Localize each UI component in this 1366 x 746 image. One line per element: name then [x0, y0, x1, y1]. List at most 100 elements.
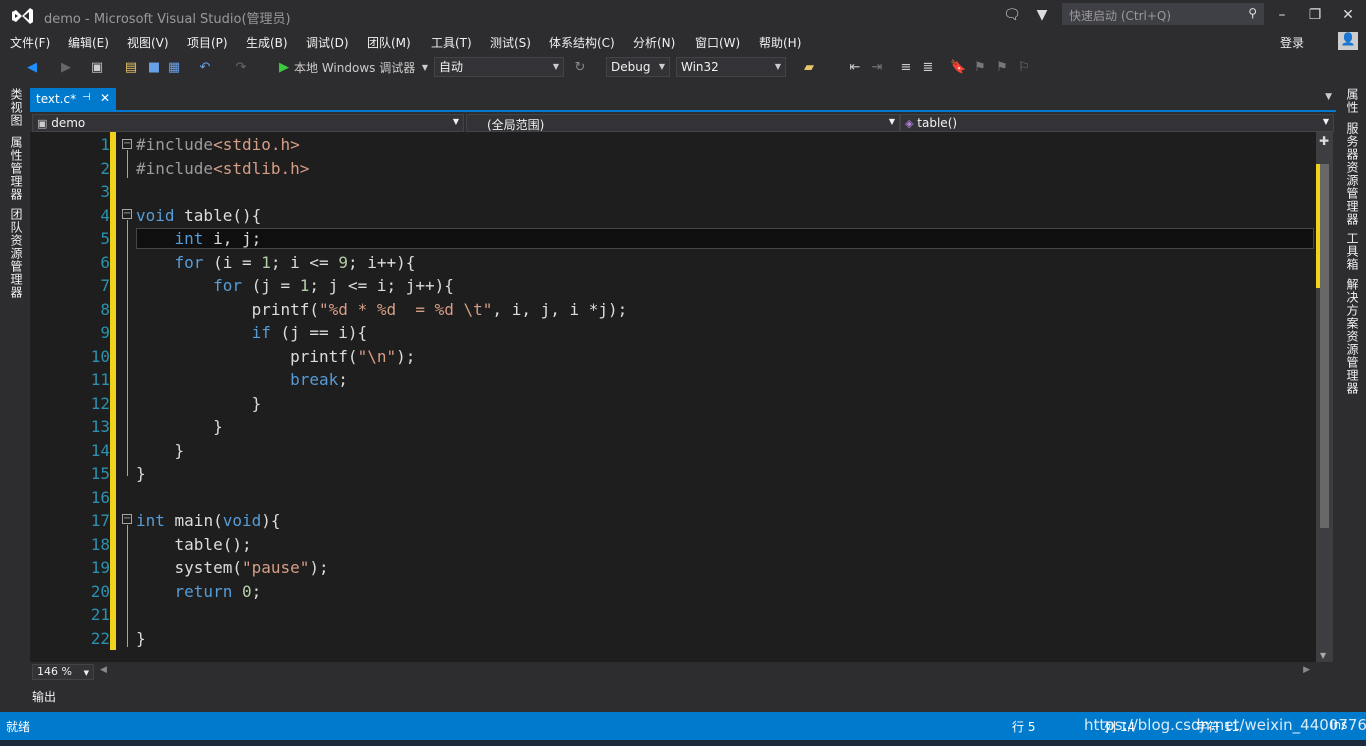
member-dropdown[interactable]: ◈ table() ▼ [900, 114, 1334, 132]
comment-icon[interactable]: ≡ [898, 59, 914, 77]
menu-team[interactable]: 团队(M) [367, 34, 411, 51]
scrollbar-thumb[interactable] [1320, 164, 1329, 528]
code-line[interactable]: int main(void){ [136, 509, 281, 533]
code-line[interactable]: } [136, 627, 146, 651]
vertical-scrollbar[interactable]: ✚ ▼ [1316, 132, 1333, 662]
outdent-icon[interactable]: ⇥ [868, 59, 886, 77]
menu-help[interactable]: 帮助(H) [759, 34, 801, 51]
code-token: <stdlib.h> [213, 158, 310, 178]
split-icon[interactable]: ✚ [1319, 134, 1329, 148]
indent-icon[interactable]: ⇤ [846, 59, 864, 77]
chevron-down-icon[interactable]: ▼ [420, 59, 430, 77]
code-line[interactable]: for (i = 1; i <= 9; i++){ [136, 251, 416, 275]
code-line[interactable]: } [136, 462, 146, 486]
tab-property-manager[interactable]: 属性管理器 [8, 136, 25, 201]
tab-toolbox[interactable]: 工具箱 [1344, 232, 1361, 271]
code-line[interactable]: void table(){ [136, 204, 261, 228]
undo-icon[interactable]: ↶ [196, 59, 214, 77]
fold-guide [127, 525, 128, 647]
close-tab-icon[interactable]: ✕ [100, 91, 110, 105]
minimize-button[interactable]: – [1270, 5, 1294, 25]
collapse-icon[interactable]: − [122, 139, 132, 149]
line-number: 6 [100, 252, 110, 272]
output-tab[interactable]: 输出 [32, 688, 56, 705]
line-number: 21 [90, 605, 110, 624]
chevron-down-icon: ▼ [774, 62, 781, 71]
forward-icon[interactable]: ▶ [58, 59, 74, 77]
scope-dropdown[interactable]: (全局范围) ▼ [466, 114, 900, 132]
solution-config-combo[interactable]: 自动 ▼ [434, 57, 564, 77]
menu-edit[interactable]: 编辑(E) [68, 34, 109, 51]
code-line[interactable]: } [136, 392, 262, 416]
save-all-icon[interactable]: ▦ [166, 59, 182, 77]
code-line[interactable]: break; [136, 368, 348, 392]
user-avatar-icon[interactable]: 👤 [1338, 32, 1358, 50]
code-line[interactable]: int i, j; [136, 227, 262, 251]
collapse-icon[interactable]: − [122, 209, 132, 219]
tab-team-explorer[interactable]: 团队资源管理器 [8, 208, 25, 299]
code-line[interactable]: #include<stdlib.h> [136, 157, 309, 181]
code-line[interactable]: return 0; [136, 580, 262, 604]
code-line[interactable]: #include<stdio.h> [136, 133, 300, 157]
sign-in-link[interactable]: 登录 [1280, 34, 1304, 51]
scroll-down-icon[interactable]: ▼ [1320, 651, 1326, 660]
menu-analyze[interactable]: 分析(N) [633, 34, 675, 51]
menu-project[interactable]: 项目(P) [187, 34, 228, 51]
find-in-files-icon[interactable]: ▰ [800, 59, 818, 77]
menu-window[interactable]: 窗口(W) [695, 34, 740, 51]
code-line[interactable]: table(); [136, 533, 252, 557]
save-icon[interactable]: ■ [146, 59, 162, 77]
tab-solution-explorer[interactable]: 解决方案资源管理器 [1344, 278, 1361, 395]
menu-build[interactable]: 生成(B) [246, 34, 288, 51]
bookmark-icon[interactable]: 🔖 [950, 59, 966, 77]
back-icon[interactable]: ◀ [24, 59, 40, 77]
configuration-combo[interactable]: Debug ▼ [606, 57, 670, 77]
pin-icon[interactable]: ⊣ [82, 92, 91, 103]
menu-architecture[interactable]: 体系结构(C) [549, 34, 615, 51]
menu-view[interactable]: 视图(V) [127, 34, 169, 51]
redo-icon[interactable]: ↷ [232, 59, 250, 77]
menu-test[interactable]: 测试(S) [490, 34, 531, 51]
code-line[interactable]: if (j == i){ [136, 321, 368, 345]
platform-combo[interactable]: Win32 ▼ [676, 57, 786, 77]
line-number: 9 [100, 323, 110, 342]
run-debugger-button[interactable]: 本地 Windows 调试器 [294, 59, 420, 77]
tab-list-dropdown-icon[interactable]: ▼ [1325, 92, 1332, 102]
project-dropdown[interactable]: ▣ demo ▼ [32, 114, 464, 132]
scroll-right-icon[interactable]: ▶ [1303, 665, 1310, 675]
run-icon[interactable]: ▶ [278, 59, 290, 77]
menu-file[interactable]: 文件(F) [10, 34, 50, 51]
close-window-button[interactable]: ✕ [1336, 5, 1360, 25]
next-bookmark-icon[interactable]: ⚑ [994, 59, 1010, 77]
open-file-icon[interactable]: ▤ [122, 59, 140, 77]
uncomment-icon[interactable]: ≣ [920, 59, 936, 77]
restore-button[interactable]: ❐ [1303, 5, 1327, 25]
prev-bookmark-icon[interactable]: ⚑ [972, 59, 988, 77]
watermark-url: https://blog.csdn.net/weixin_44007763 [1084, 716, 1366, 734]
tab-text-c[interactable]: text.c* ⊣ ✕ [30, 88, 116, 110]
tab-class-view[interactable]: 类视图 [8, 88, 25, 127]
filter-icon[interactable]: ▼ [1030, 5, 1054, 25]
code-line[interactable]: printf("\n"); [136, 345, 415, 369]
code-line[interactable]: } [136, 439, 185, 463]
status-line: 行 5 [1012, 720, 1036, 734]
clear-bookmarks-icon[interactable]: ⚐ [1016, 59, 1032, 77]
menu-tools[interactable]: 工具(T) [431, 34, 472, 51]
tab-server-explorer[interactable]: 服务器资源管理器 [1344, 122, 1361, 226]
code-line[interactable]: printf("%d * %d = %d \t", i, j, i *j); [136, 298, 628, 322]
code-line[interactable]: system("pause"); [136, 556, 329, 580]
zoom-dropdown[interactable]: 146 % ▼ [32, 664, 94, 680]
code-line[interactable]: for (j = 1; j <= i; j++){ [136, 274, 454, 298]
quick-launch-input[interactable]: 快速启动 (Ctrl+Q) ⚲ [1062, 3, 1264, 25]
tab-properties[interactable]: 属性 [1344, 88, 1361, 114]
code-token: "pause" [241, 558, 310, 577]
collapse-icon[interactable]: − [122, 514, 132, 524]
refresh-icon[interactable]: ↻ [572, 59, 588, 77]
code-editor[interactable]: 1 2 3 4 5 6 7 8 9 10 11 12 13 14 15 16 17 18 19 20 21 22 #inc… [30, 132, 1316, 662]
new-project-icon[interactable]: ▣ [88, 59, 106, 77]
menu-debug[interactable]: 调试(D) [306, 34, 349, 51]
code-line[interactable]: } [136, 415, 223, 439]
feedback-icon[interactable]: 🗨 [1000, 5, 1024, 25]
line-number: 17 [90, 511, 110, 530]
scroll-left-icon[interactable]: ◀ [100, 665, 107, 675]
